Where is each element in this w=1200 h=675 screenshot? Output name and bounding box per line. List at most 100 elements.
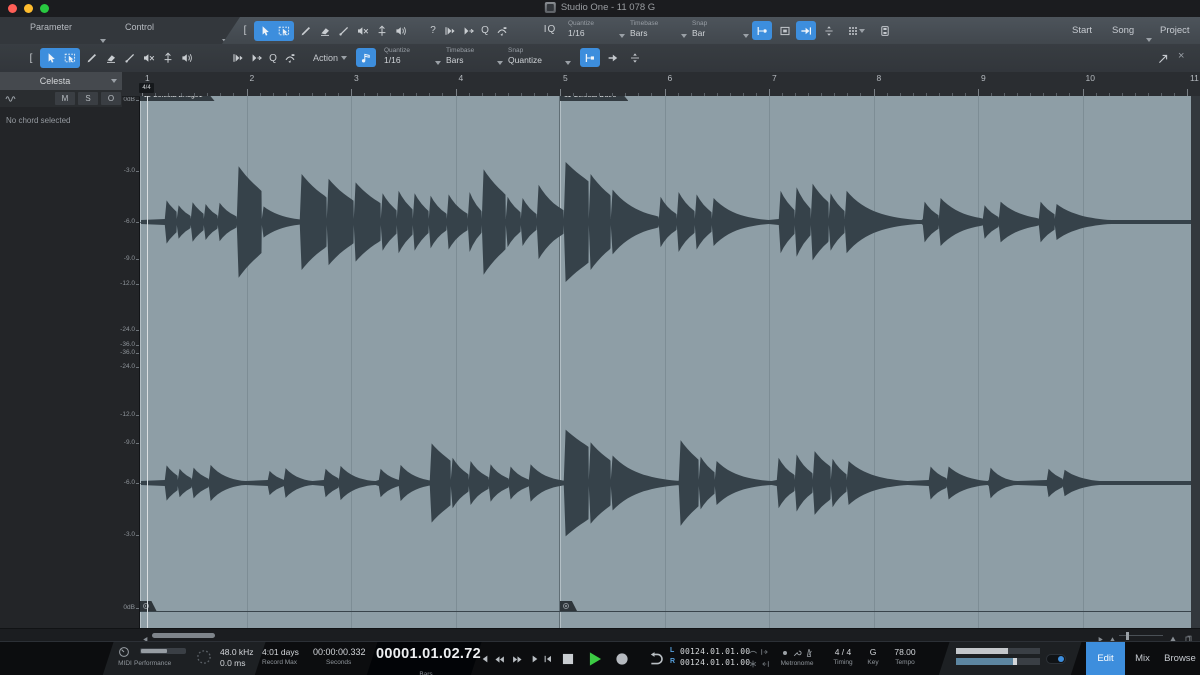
arrow-tool-button[interactable]	[41, 48, 60, 68]
bracket-tool[interactable]: [	[24, 53, 38, 64]
input-quantize-button[interactable]: IQ	[543, 24, 557, 35]
follow-cursor-button[interactable]	[796, 21, 816, 40]
tempo-value[interactable]: 78.00	[888, 647, 922, 657]
stop-button[interactable]	[560, 651, 576, 667]
zoom-in-arrow[interactable]	[1168, 631, 1177, 642]
zoom-presets-button[interactable]	[1184, 631, 1193, 643]
song-page-button[interactable]: Song	[1112, 17, 1134, 44]
macro-button[interactable]	[280, 48, 299, 68]
open-instrument-button[interactable]: O	[101, 92, 121, 105]
split-tool-button[interactable]	[372, 21, 391, 41]
return-to-start-button[interactable]	[543, 654, 553, 664]
listen-tool-button[interactable]	[177, 48, 196, 68]
fast-forward-button[interactable]	[512, 654, 523, 665]
close-window-button[interactable]	[8, 4, 17, 13]
control-dropdown[interactable]: Control	[125, 22, 154, 32]
clip-gain-line[interactable]	[139, 611, 1191, 612]
clip-name-tab[interactable]: 11 Celesta Outro	[560, 96, 628, 101]
chevron-down-icon[interactable]	[100, 39, 106, 43]
video-button[interactable]	[876, 21, 894, 40]
timing-value[interactable]: 4 / 4	[828, 647, 858, 657]
timebase-dropdown[interactable]: Timebase Bars	[630, 20, 688, 42]
arrow-tool-button[interactable]	[255, 21, 274, 41]
mute-button[interactable]: M	[55, 92, 75, 105]
rewind-button[interactable]	[494, 654, 505, 665]
cursor-follow-button[interactable]	[604, 48, 622, 67]
mute-tool-button[interactable]	[353, 21, 372, 41]
pencil-tool-button[interactable]	[82, 48, 101, 68]
q-button[interactable]: Q	[478, 25, 492, 36]
timebase-dropdown[interactable]: Timebase Bars	[446, 47, 504, 69]
auto-zoom-button[interactable]	[820, 21, 838, 40]
bracket-tool[interactable]: [	[238, 25, 252, 36]
clip-name-tab[interactable]: 11 Celesta Bridge1	[140, 96, 215, 101]
solo-button[interactable]: S	[78, 92, 98, 105]
play-from-button[interactable]	[440, 21, 459, 41]
snap-dropdown[interactable]: Snap Quantize	[508, 47, 572, 69]
range-tool-button[interactable]	[274, 21, 293, 41]
close-editor-button[interactable]: ×	[1178, 50, 1184, 62]
step-forward-button[interactable]	[530, 654, 540, 664]
mute-tool-button[interactable]	[139, 48, 158, 68]
mix-view-button[interactable]: Mix	[1125, 642, 1160, 675]
autoscroll-button[interactable]	[752, 21, 772, 40]
punch-in-icon[interactable]	[760, 647, 770, 657]
edit-view-button[interactable]: Edit	[1086, 642, 1125, 675]
bars-time-display[interactable]: 00001.01.02.72	[376, 646, 481, 662]
chevron-down-icon[interactable]	[341, 56, 348, 60]
auto-punch-icon[interactable]	[748, 659, 758, 669]
browse-view-button[interactable]: Browse	[1160, 642, 1200, 675]
listen-tool-button[interactable]	[391, 21, 410, 41]
eraser-tool-button[interactable]	[315, 21, 334, 41]
track-selector[interactable]: Celesta	[0, 72, 122, 91]
snap-dropdown[interactable]: Snap Bar	[692, 20, 750, 42]
split-tool-button[interactable]	[158, 48, 177, 68]
metronome-icon[interactable]	[804, 648, 814, 658]
seconds-value[interactable]: 00:00:00.332	[313, 647, 366, 657]
timeline-ruler[interactable]: 4/4 1 2 3 4 5 6 7 8 9 10 11	[122, 72, 1200, 97]
snap-enable-button[interactable]	[580, 48, 600, 67]
loop-button[interactable]	[644, 651, 664, 667]
play-from-button[interactable]	[228, 48, 247, 68]
metronome-setup-icon[interactable]	[792, 648, 802, 658]
paint-tool-button[interactable]	[120, 48, 139, 68]
zoom-slider-thumb[interactable]	[1126, 631, 1129, 640]
count-in-icon[interactable]	[780, 648, 790, 658]
scroll-left-arrow[interactable]	[141, 631, 150, 643]
record-button[interactable]	[614, 651, 630, 667]
pencil-tool-button[interactable]	[296, 21, 315, 41]
zoom-out-arrow[interactable]	[1108, 631, 1117, 642]
quantize-note-button[interactable]	[356, 48, 376, 67]
play-to-button[interactable]	[459, 21, 478, 41]
pre-roll-icon[interactable]	[748, 647, 758, 657]
project-page-button[interactable]: Project	[1160, 17, 1190, 44]
punch-out-icon[interactable]	[760, 659, 770, 669]
grid-options-button[interactable]	[844, 21, 868, 40]
play-button[interactable]	[586, 650, 604, 668]
quantize-dropdown[interactable]: Quantize 1/16	[568, 20, 626, 42]
loop-end-value[interactable]: 00124.01.01.00	[680, 658, 750, 667]
marker-follow-button[interactable]	[776, 21, 794, 40]
waveform-editor-area[interactable]: 11 Celesta Bridge1 11 Celesta Outro	[139, 96, 1200, 628]
midi-knob-icon[interactable]	[118, 646, 130, 658]
action-dropdown[interactable]: Action	[313, 53, 338, 63]
vertical-zoom-button[interactable]	[626, 48, 644, 67]
start-page-button[interactable]: Start	[1072, 17, 1092, 44]
q-button[interactable]: Q	[266, 53, 280, 64]
key-value[interactable]: G	[864, 647, 882, 657]
macro-button[interactable]	[492, 21, 511, 41]
loop-start-value[interactable]: 00124.01.01.00	[680, 647, 750, 656]
parameter-dropdown[interactable]: Parameter	[30, 22, 72, 32]
detach-editor-button[interactable]	[1154, 49, 1172, 68]
step-back-button[interactable]	[480, 654, 490, 664]
play-to-button[interactable]	[247, 48, 266, 68]
playhead[interactable]	[147, 96, 148, 628]
minimize-window-button[interactable]	[24, 4, 33, 13]
monitor-toggle[interactable]	[1046, 654, 1066, 664]
horizontal-scrollbar-thumb[interactable]	[152, 633, 215, 638]
quantize-dropdown[interactable]: Quantize 1/16	[384, 47, 442, 69]
zoom-window-button[interactable]	[40, 4, 49, 13]
chevron-down-icon[interactable]	[222, 39, 228, 43]
scroll-right-arrow[interactable]	[1096, 631, 1105, 643]
help-button[interactable]: ?	[426, 25, 440, 36]
